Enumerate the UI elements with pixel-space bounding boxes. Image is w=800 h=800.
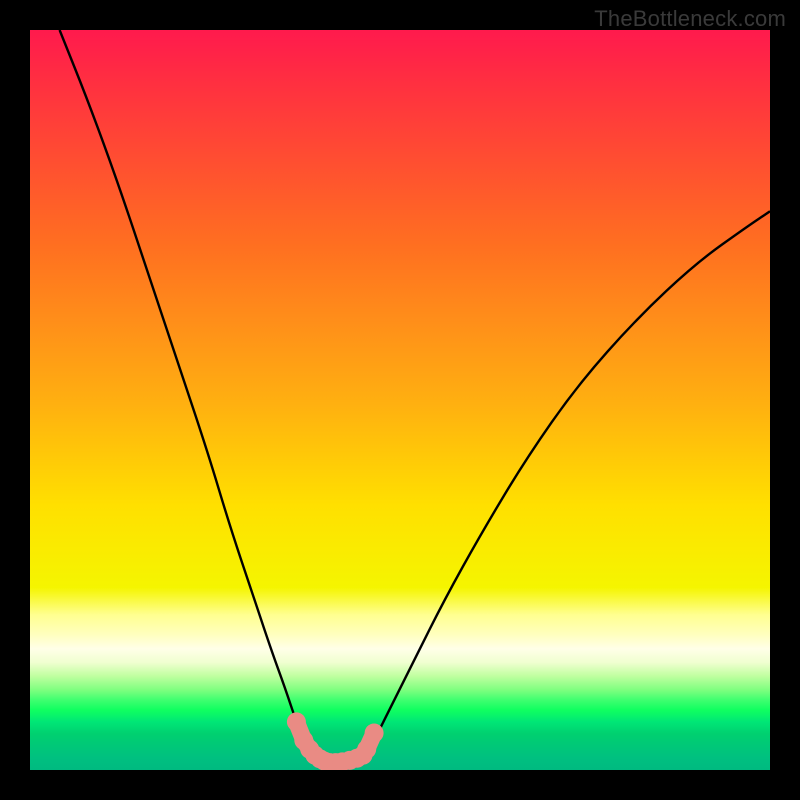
curve-layer [30, 30, 770, 770]
right-curve [367, 211, 770, 755]
marker-dot [287, 712, 306, 731]
watermark-text: TheBottleneck.com [594, 6, 786, 32]
marker-dot [365, 724, 384, 743]
plot-area [30, 30, 770, 770]
marker-dot [357, 740, 376, 759]
left-curve [60, 30, 315, 757]
chart-frame: TheBottleneck.com [0, 0, 800, 800]
valley-markers [287, 712, 384, 770]
